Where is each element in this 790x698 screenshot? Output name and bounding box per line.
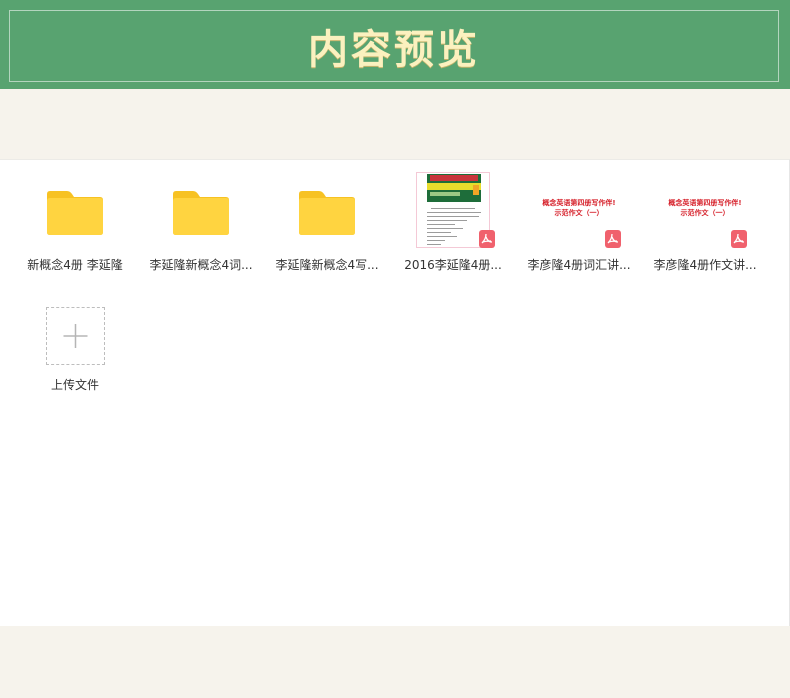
folder-icon <box>173 191 229 235</box>
pdf-icon <box>605 230 621 248</box>
file-name: 李延隆新概念4写... <box>275 258 379 272</box>
file-item-pdf-2[interactable]: 概念英语第四册写作伴! 示范作文（一） 李彦隆4册词汇讲... <box>519 160 639 280</box>
file-name: 李延隆新概念4词... <box>149 258 253 272</box>
pdf-icon <box>731 230 747 248</box>
file-item-pdf-3[interactable]: 概念英语第四册写作伴! 示范作文（一） 李彦隆4册作文讲... <box>645 160 765 280</box>
book-cover-image <box>427 174 481 202</box>
file-preview-panel: 新概念4册 李延隆 李延隆新概念4词... 李延隆新概念4写... 2016李延… <box>0 159 790 626</box>
file-item-folder-1[interactable]: 新概念4册 李延隆 <box>15 160 135 280</box>
upload-label: 上传文件 <box>50 378 99 392</box>
file-item-folder-2[interactable]: 李延隆新概念4词... <box>141 160 261 280</box>
preview-subheading: 示范作文（一） <box>554 209 604 217</box>
file-item-pdf-1[interactable]: 2016李延隆4册... <box>393 160 513 280</box>
folder-icon <box>299 191 355 235</box>
file-name: 新概念4册 李延隆 <box>27 258 123 272</box>
header-frame: 内容预览 <box>9 10 779 82</box>
file-name: 李彦隆4册词汇讲... <box>527 258 631 272</box>
pdf-icon <box>479 230 495 248</box>
folder-icon <box>47 191 103 235</box>
preview-subheading: 示范作文（一） <box>680 209 730 217</box>
file-item-folder-3[interactable]: 李延隆新概念4写... <box>267 160 387 280</box>
page-title: 内容预览 <box>308 26 480 73</box>
plus-icon <box>63 324 88 348</box>
file-name: 2016李延隆4册... <box>404 258 502 272</box>
upload-button[interactable] <box>46 307 105 365</box>
file-name: 李彦隆4册作文讲... <box>653 258 757 272</box>
page-header: 内容预览 <box>0 0 790 89</box>
